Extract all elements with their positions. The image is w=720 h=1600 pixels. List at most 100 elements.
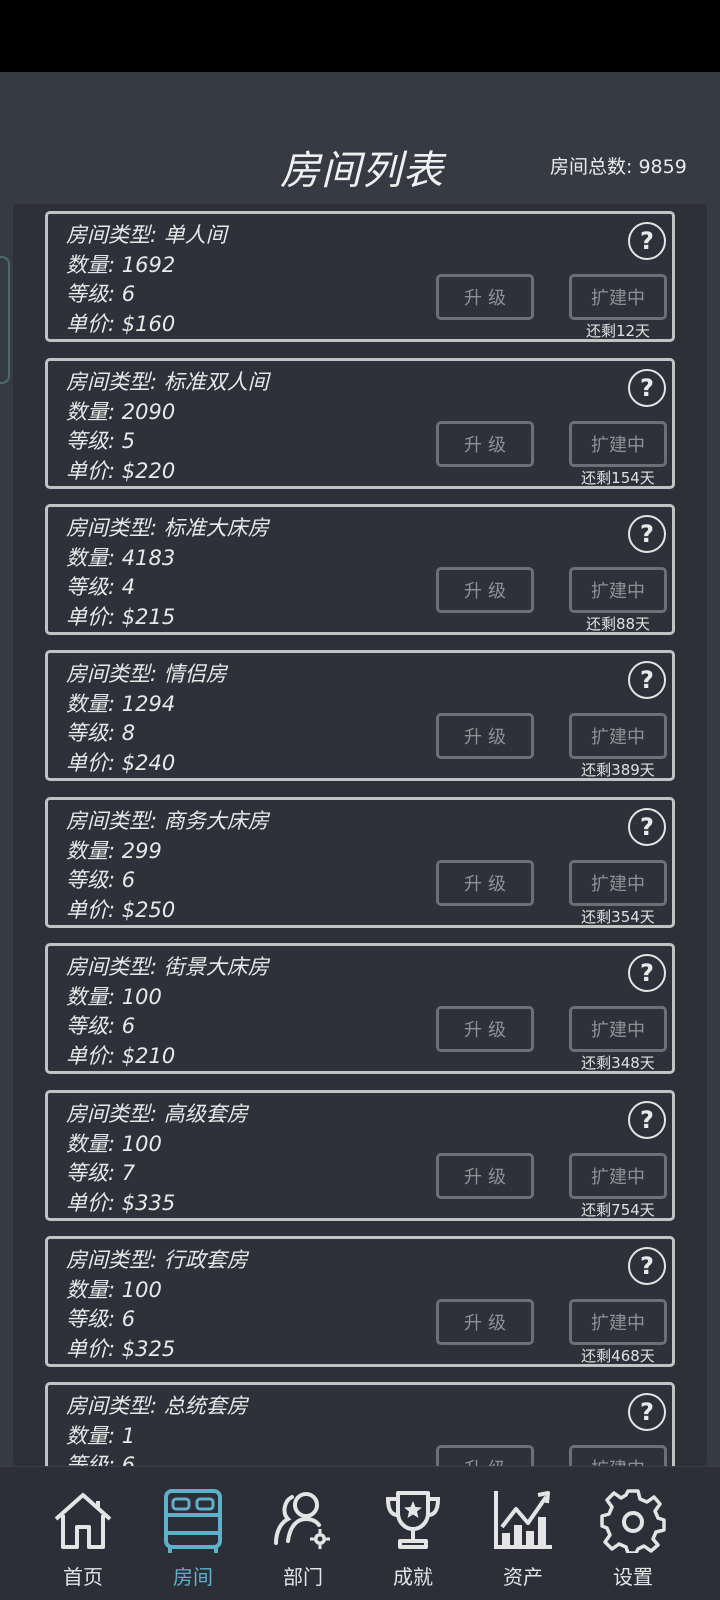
- people-gear-icon: [274, 1492, 330, 1549]
- nav-assets[interactable]: 资产: [468, 1467, 578, 1600]
- trophy-icon: [385, 1491, 441, 1549]
- room-price: 单价: $240: [66, 751, 176, 775]
- room-count: 数量: 1: [66, 1424, 136, 1448]
- nav-rooms[interactable]: 房间: [138, 1467, 248, 1600]
- nav-label: 部门: [283, 1565, 323, 1589]
- help-icon[interactable]: ?: [628, 954, 666, 992]
- upgrade-button[interactable]: 升级: [436, 274, 534, 320]
- upgrade-button[interactable]: 升级: [436, 567, 534, 613]
- room-level: 等级: 4: [66, 575, 136, 599]
- room-count: 数量: 100: [66, 985, 162, 1009]
- room-level: 等级: 6: [66, 1014, 136, 1038]
- upgrade-button[interactable]: 升级: [436, 1299, 534, 1345]
- room-card: 房间类型: 商务大床房 数量: 299 等级: 6 单价: $250 ? 升级 …: [45, 797, 675, 928]
- room-level: 等级: 6: [66, 1453, 136, 1466]
- room-card: 房间类型: 行政套房 数量: 100 等级: 6 单价: $325 ? 升级 扩…: [45, 1236, 675, 1367]
- room-price: 单价: $250: [66, 898, 176, 922]
- room-type: 房间类型: 商务大床房: [66, 809, 269, 833]
- room-card: 房间类型: 标准大床房 数量: 4183 等级: 4 单价: $215 ? 升级…: [45, 504, 675, 635]
- help-icon[interactable]: ?: [628, 369, 666, 407]
- room-count: 数量: 1692: [66, 253, 176, 277]
- help-icon[interactable]: ?: [628, 808, 666, 846]
- room-count: 数量: 1294: [66, 692, 176, 716]
- help-icon[interactable]: ?: [628, 1247, 666, 1285]
- room-card: 房间类型: 标准双人间 数量: 2090 等级: 5 单价: $220 ? 升级…: [45, 358, 675, 489]
- room-type: 房间类型: 情侣房: [66, 662, 227, 686]
- nav-label: 资产: [503, 1565, 543, 1589]
- home-icon: [54, 1493, 112, 1549]
- expand-button[interactable]: 扩建中: [569, 1445, 667, 1466]
- room-price: 单价: $220: [66, 459, 176, 483]
- room-count: 数量: 4183: [66, 546, 176, 570]
- nav-settings[interactable]: 设置: [578, 1467, 688, 1600]
- room-type: 房间类型: 总统套房: [66, 1394, 248, 1418]
- room-price: 单价: $215: [66, 605, 176, 629]
- help-icon[interactable]: ?: [628, 515, 666, 553]
- room-level: 等级: 7: [66, 1161, 136, 1185]
- bottom-nav: 首页 房间 部门 成就 资产 设置: [0, 1466, 720, 1600]
- status-bar: [0, 0, 720, 72]
- expand-button[interactable]: 扩建中: [569, 421, 667, 467]
- room-type: 房间类型: 单人间: [66, 223, 227, 247]
- room-card: 房间类型: 总统套房 数量: 1 等级: 6 ? 升级 扩建中: [45, 1382, 675, 1466]
- nav-achievement[interactable]: 成就: [358, 1467, 468, 1600]
- upgrade-button[interactable]: 升级: [436, 1445, 534, 1466]
- upgrade-button[interactable]: 升级: [436, 1006, 534, 1052]
- expand-button[interactable]: 扩建中: [569, 713, 667, 759]
- nav-home[interactable]: 首页: [28, 1467, 138, 1600]
- help-icon[interactable]: ?: [628, 1393, 666, 1431]
- nav-label: 成就: [393, 1565, 433, 1589]
- room-type: 房间类型: 街景大床房: [66, 955, 269, 979]
- expand-button[interactable]: 扩建中: [569, 1006, 667, 1052]
- room-card: 房间类型: 街景大床房 数量: 100 等级: 6 单价: $210 ? 升级 …: [45, 943, 675, 1074]
- page-title: 房间列表: [280, 148, 444, 194]
- expand-button[interactable]: 扩建中: [569, 860, 667, 906]
- upgrade-button[interactable]: 升级: [436, 713, 534, 759]
- remaining-days: 还剩354天: [581, 908, 655, 926]
- help-icon[interactable]: ?: [628, 1101, 666, 1139]
- help-icon[interactable]: ?: [628, 222, 666, 260]
- chart-icon: [494, 1491, 552, 1549]
- nav-label: 房间: [173, 1565, 213, 1589]
- bed-icon: [164, 1489, 222, 1553]
- nav-label: 设置: [613, 1565, 653, 1589]
- room-count: 数量: 2090: [66, 400, 176, 424]
- remaining-days: 还剩754天: [581, 1201, 655, 1219]
- room-price: 单价: $335: [66, 1191, 176, 1215]
- remaining-days: 还剩468天: [581, 1347, 655, 1365]
- room-card: 房间类型: 单人间 数量: 1692 等级: 6 单价: $160 ? 升级 扩…: [45, 211, 675, 342]
- nav-label: 首页: [63, 1565, 103, 1589]
- upgrade-button[interactable]: 升级: [436, 1153, 534, 1199]
- room-price: 单价: $210: [66, 1044, 176, 1068]
- room-level: 等级: 5: [66, 429, 136, 453]
- help-icon[interactable]: ?: [628, 661, 666, 699]
- room-type: 房间类型: 标准大床房: [66, 516, 269, 540]
- room-level: 等级: 8: [66, 721, 136, 745]
- expand-button[interactable]: 扩建中: [569, 1153, 667, 1199]
- room-type: 房间类型: 标准双人间: [66, 370, 269, 394]
- remaining-days: 还剩348天: [581, 1054, 655, 1072]
- room-count: 数量: 299: [66, 839, 162, 863]
- room-card: 房间类型: 高级套房 数量: 100 等级: 7 单价: $335 ? 升级 扩…: [45, 1090, 675, 1221]
- room-level: 等级: 6: [66, 868, 136, 892]
- remaining-days: 还剩389天: [581, 761, 655, 779]
- header: 房间列表 房间总数: 9859: [0, 72, 720, 204]
- room-card: 房间类型: 情侣房 数量: 1294 等级: 8 单价: $240 ? 升级 扩…: [45, 650, 675, 781]
- remaining-days: 还剩88天: [585, 615, 651, 633]
- remaining-days: 还剩154天: [581, 469, 655, 487]
- gear-icon: [600, 1489, 666, 1553]
- room-list[interactable]: 房间类型: 单人间 数量: 1692 等级: 6 单价: $160 ? 升级 扩…: [13, 204, 707, 1466]
- nav-department[interactable]: 部门: [248, 1467, 358, 1600]
- expand-button[interactable]: 扩建中: [569, 1299, 667, 1345]
- room-count: 数量: 100: [66, 1278, 162, 1302]
- upgrade-button[interactable]: 升级: [436, 860, 534, 906]
- room-type: 房间类型: 高级套房: [66, 1102, 248, 1126]
- expand-button[interactable]: 扩建中: [569, 274, 667, 320]
- room-total-count: 房间总数: 9859: [550, 156, 687, 178]
- side-drawer-handle[interactable]: [0, 256, 10, 384]
- room-level: 等级: 6: [66, 1307, 136, 1331]
- upgrade-button[interactable]: 升级: [436, 421, 534, 467]
- expand-button[interactable]: 扩建中: [569, 567, 667, 613]
- room-price: 单价: $325: [66, 1337, 176, 1361]
- room-type: 房间类型: 行政套房: [66, 1248, 248, 1272]
